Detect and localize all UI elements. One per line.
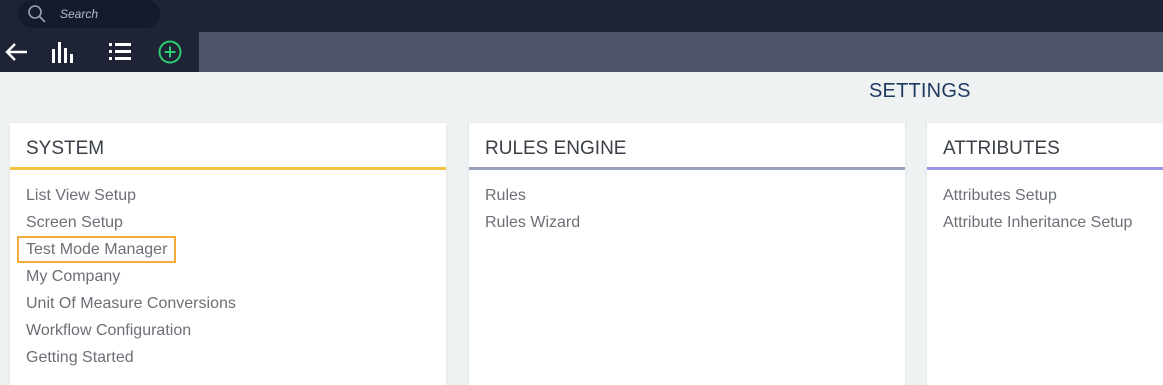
panel-header-attributes: ATTRIBUTES <box>927 123 1163 170</box>
panel-list-attributes: Attributes Setup Attribute Inheritance S… <box>927 170 1163 236</box>
menu-item-rules-wizard[interactable]: Rules Wizard <box>485 209 905 236</box>
menu-item-screen-setup[interactable]: Screen Setup <box>26 209 446 236</box>
panel-header-system: SYSTEM <box>10 123 446 170</box>
panel-list-system: List View Setup Screen Setup Test Mode M… <box>10 170 446 371</box>
menu-item-unit-of-measure-conversions[interactable]: Unit Of Measure Conversions <box>26 290 446 317</box>
panel-list-rules-engine: Rules Rules Wizard <box>469 170 905 236</box>
bar-chart-icon[interactable] <box>51 39 77 65</box>
menu-item-rules[interactable]: Rules <box>485 182 905 209</box>
panel-rules-engine: RULES ENGINE Rules Rules Wizard <box>469 123 905 385</box>
menu-item-test-mode-manager[interactable]: Test Mode Manager <box>16 236 446 263</box>
highlight-box[interactable]: Test Mode Manager <box>16 236 177 263</box>
list-icon[interactable] <box>107 39 133 65</box>
panel-attributes: ATTRIBUTES Attributes Setup Attribute In… <box>927 123 1163 385</box>
top-bar <box>0 0 1163 32</box>
toolbar <box>0 32 1163 72</box>
add-circle-icon[interactable] <box>157 39 183 65</box>
search-input[interactable] <box>60 0 155 28</box>
menu-item-workflow-configuration[interactable]: Workflow Configuration <box>26 317 446 344</box>
search-icon <box>28 5 46 23</box>
search-box[interactable] <box>18 0 160 28</box>
toolbar-actions <box>0 32 199 72</box>
menu-item-getting-started[interactable]: Getting Started <box>26 344 446 371</box>
back-arrow-icon[interactable] <box>3 39 29 65</box>
panel-header-rules-engine: RULES ENGINE <box>469 123 905 170</box>
menu-item-list-view-setup[interactable]: List View Setup <box>26 182 446 209</box>
page-title: SETTINGS <box>869 80 971 102</box>
menu-item-attribute-inheritance-setup[interactable]: Attribute Inheritance Setup <box>943 209 1163 236</box>
menu-item-attributes-setup[interactable]: Attributes Setup <box>943 182 1163 209</box>
panel-system: SYSTEM List View Setup Screen Setup Test… <box>10 123 446 385</box>
menu-item-my-company[interactable]: My Company <box>26 263 446 290</box>
